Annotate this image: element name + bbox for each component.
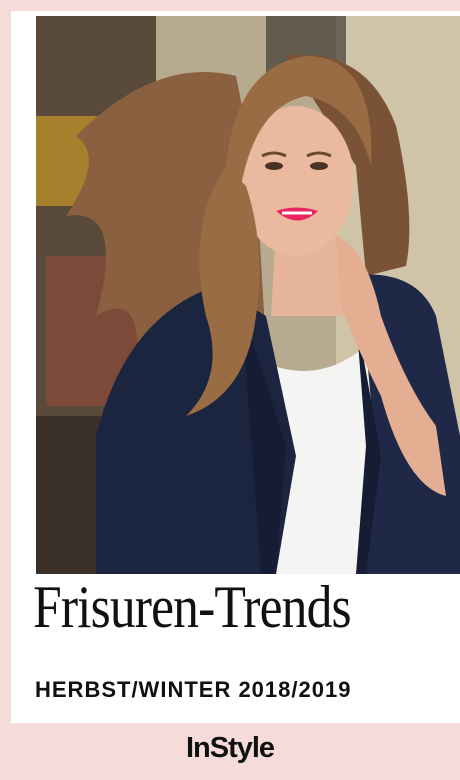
brand-logo: InStyle xyxy=(185,732,275,764)
season-subline: HERBST/WINTER 2018/2019 xyxy=(35,677,352,702)
hero-photo xyxy=(36,16,460,574)
pin-card: Frisuren-Trends HERBST/WINTER 2018/2019 xyxy=(11,11,460,723)
headline: Frisuren-Trends xyxy=(33,574,352,640)
woman-portrait-illustration xyxy=(36,16,460,574)
